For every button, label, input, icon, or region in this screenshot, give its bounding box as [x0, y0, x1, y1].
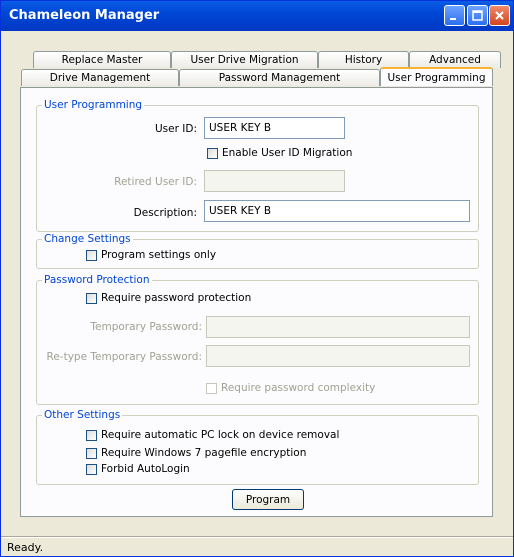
- app-window: Chameleon Manager Replace Master User Dr…: [0, 0, 514, 557]
- close-icon: [495, 11, 504, 20]
- tab-user-drive-migration[interactable]: User Drive Migration: [171, 51, 318, 68]
- description-field[interactable]: USER KEY B: [204, 200, 470, 222]
- checkbox-label: Require Windows 7 pagefile encryption: [101, 447, 307, 459]
- pc-lock-checkbox[interactable]: Require automatic PC lock on device remo…: [86, 429, 339, 441]
- checkbox-box: [206, 382, 217, 394]
- group-title: User Programming: [42, 99, 145, 111]
- retype-password-field[interactable]: [206, 345, 470, 367]
- other-settings-group: Other Settings Require automatic PC lock…: [36, 409, 479, 485]
- checkbox-box: [86, 463, 97, 475]
- status-text: Ready.: [7, 541, 44, 554]
- tab-user-programming[interactable]: User Programming: [380, 67, 493, 86]
- password-complexity-checkbox[interactable]: Require password complexity: [206, 382, 375, 394]
- maximize-button[interactable]: [467, 5, 488, 26]
- window-title: Chameleon Manager: [9, 8, 160, 23]
- minimize-icon: [450, 18, 456, 20]
- tab-history[interactable]: History: [318, 51, 409, 68]
- checkbox-label: Forbid AutoLogin: [101, 463, 190, 475]
- tab-password-management[interactable]: Password Management: [179, 69, 380, 86]
- retired-user-id-label: Retired User ID:: [114, 176, 197, 188]
- checkbox-box: [86, 249, 97, 261]
- retired-user-id-field[interactable]: [204, 170, 345, 192]
- checkbox-box: [207, 147, 218, 159]
- title-bar[interactable]: Chameleon Manager: [1, 1, 513, 31]
- forbid-autologin-checkbox[interactable]: Forbid AutoLogin: [86, 463, 190, 475]
- group-title: Change Settings: [42, 233, 133, 245]
- temporary-password-label: Temporary Password:: [90, 321, 202, 333]
- user-programming-group: User Programming User ID: USER KEY B Ena…: [36, 99, 479, 232]
- status-bar: Ready.: [1, 537, 513, 557]
- require-password-checkbox[interactable]: Require password protection: [86, 292, 251, 304]
- tab-row-2: Drive Management Password Management Use…: [21, 67, 493, 86]
- retype-password-label: Re-type Temporary Password:: [46, 351, 202, 363]
- tab-advanced[interactable]: Advanced: [409, 51, 501, 68]
- checkbox-box: [86, 292, 97, 304]
- program-settings-only-checkbox[interactable]: Program settings only: [86, 249, 216, 261]
- tab-replace-master[interactable]: Replace Master: [33, 51, 171, 68]
- pagefile-encryption-checkbox[interactable]: Require Windows 7 pagefile encryption: [86, 447, 306, 459]
- minimize-button[interactable]: [444, 5, 465, 26]
- checkbox-box: [86, 429, 97, 441]
- maximize-icon: [472, 10, 483, 21]
- change-settings-group: Change Settings Program settings only: [36, 233, 479, 269]
- checkbox-box: [86, 447, 97, 459]
- program-button[interactable]: Program: [232, 489, 304, 510]
- group-title: Password Protection: [42, 274, 152, 286]
- tab-drive-management[interactable]: Drive Management: [21, 69, 179, 86]
- enable-migration-checkbox[interactable]: Enable User ID Migration: [207, 147, 352, 159]
- checkbox-label: Require password complexity: [221, 382, 376, 394]
- user-id-field[interactable]: USER KEY B: [204, 117, 345, 139]
- temporary-password-field[interactable]: [206, 316, 470, 338]
- user-id-label: User ID:: [155, 123, 197, 135]
- password-protection-group: Password Protection Require password pro…: [36, 274, 479, 405]
- group-title: Other Settings: [42, 409, 123, 421]
- checkbox-label: Require password protection: [101, 292, 252, 304]
- tab-panel: User Programming User ID: USER KEY B Ena…: [20, 87, 493, 517]
- checkbox-label: Enable User ID Migration: [222, 147, 353, 159]
- description-label: Description:: [133, 207, 197, 219]
- checkbox-label: Require automatic PC lock on device remo…: [101, 429, 340, 441]
- tab-row-1: Replace Master User Drive Migration Hist…: [33, 51, 501, 68]
- checkbox-label: Program settings only: [101, 249, 217, 261]
- close-button[interactable]: [489, 5, 510, 26]
